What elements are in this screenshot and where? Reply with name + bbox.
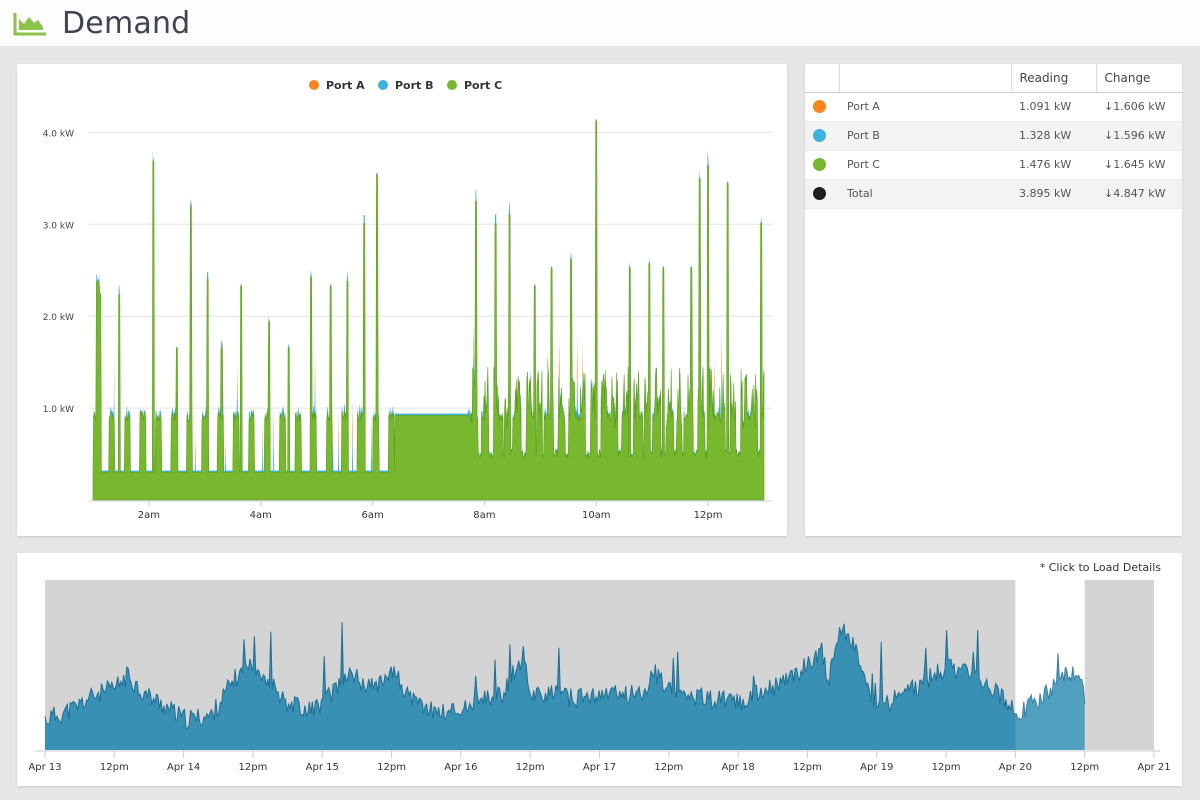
navigator-x-tick-label: 12pm (100, 762, 129, 773)
readings-header-row: Reading Change (805, 64, 1182, 93)
navigator-x-tick-label: Apr 20 (999, 762, 1032, 773)
demand-chart[interactable]: Port A Port B Port C 1.0 kW 2.0 kW 3.0 kW 4.0 … (17, 64, 787, 536)
navigator-x-tick-label: Apr 13 (28, 762, 61, 773)
y-tick-label: 4.0 kW (43, 129, 74, 139)
readings-table: Reading Change Port A 1.091 kW ↓1.606 kW… (805, 64, 1182, 209)
row-change: ↓4.847 kW (1096, 179, 1182, 209)
row-reading: 1.091 kW (1011, 92, 1096, 122)
page-header: Demand (0, 0, 1200, 46)
row-change: ↓1.606 kW (1096, 92, 1182, 122)
row-change: ↓1.596 kW (1096, 121, 1182, 151)
legend-marker (309, 80, 319, 90)
row-name: Total (839, 179, 1011, 209)
navigator-x-tick-label: Apr 15 (306, 762, 339, 773)
page-title: Demand (62, 5, 191, 41)
legend-item-port-c[interactable]: Port C (447, 79, 502, 92)
x-tick-label: 2am (138, 510, 160, 521)
x-tick-label: 6am (361, 510, 383, 521)
x-tick-label: 8am (473, 510, 495, 521)
navigator-x-tick-label: 12pm (793, 762, 822, 773)
header-change: Change (1096, 64, 1182, 93)
legend-label: Port B (395, 79, 434, 92)
header-color (805, 64, 840, 93)
readings-row-total[interactable]: Total 3.895 kW ↓4.847 kW (805, 179, 1182, 209)
navigator-chart[interactable]: Apr 13 12pm Apr 14 12pm Apr 15 12pm Apr 16 12pm… (17, 553, 1182, 786)
y-tick-label: 1.0 kW (43, 405, 74, 415)
area-chart-icon (13, 13, 46, 36)
series-port-c-area[interactable] (92, 120, 765, 501)
port-b-color-dot (813, 129, 826, 143)
legend-label: Port A (326, 79, 365, 92)
row-name: Port B (839, 121, 1011, 151)
row-reading: 1.328 kW (1011, 121, 1096, 151)
row-name: Port C (839, 150, 1011, 180)
navigator-x-tick-label: 12pm (932, 762, 961, 773)
legend-item-port-a[interactable]: Port A (309, 79, 365, 92)
navigator-x-tick-label: 12pm (1070, 762, 1099, 773)
navigator-x-tick-label: Apr 17 (583, 762, 616, 773)
navigator-x-tick-label: Apr 16 (444, 762, 477, 773)
readings-row-port-b[interactable]: Port B 1.328 kW ↓1.596 kW (805, 121, 1182, 151)
navigator-mask-right (1084, 580, 1154, 750)
click-to-load-details-link[interactable]: * Click to Load Details (1040, 561, 1161, 574)
navigator-x-tick-label: 12pm (239, 762, 268, 773)
y-tick-label: 2.0 kW (43, 313, 74, 323)
navigator-x-tick-label: Apr 18 (722, 762, 755, 773)
legend-label: Port C (464, 79, 502, 92)
header-reading: Reading (1011, 64, 1097, 93)
row-change: ↓1.645 kW (1096, 150, 1182, 180)
readings-row-port-a[interactable]: Port A 1.091 kW ↓1.606 kW (805, 92, 1182, 122)
readings-row-port-c[interactable]: Port C 1.476 kW ↓1.645 kW (805, 150, 1182, 180)
navigator-x-tick-label: Apr 21 (1137, 762, 1170, 773)
legend-item-port-b[interactable]: Port B (378, 79, 434, 92)
x-tick-label: 4am (250, 510, 272, 521)
row-reading: 3.895 kW (1011, 179, 1096, 209)
port-c-color-dot (813, 158, 826, 172)
total-color-dot (813, 187, 826, 201)
navigator-x-tick-label: 12pm (377, 762, 406, 773)
navigator-x-tick-label: 12pm (516, 762, 545, 773)
navigator-x-tick-label: 12pm (654, 762, 683, 773)
navigator-x-tick-label: Apr 19 (860, 762, 893, 773)
port-a-color-dot (813, 100, 826, 114)
readings-panel: Reading Change Port A 1.091 kW ↓1.606 kW… (805, 64, 1182, 536)
navigator-panel: * Click to Load Details Apr 13 12pm Apr 14… (17, 553, 1182, 786)
x-tick-label: 12pm (694, 510, 723, 521)
y-tick-label: 3.0 kW (43, 221, 74, 231)
legend-marker (447, 80, 457, 90)
x-tick-label: 10am (582, 510, 611, 521)
navigator-selection-window[interactable] (1015, 580, 1085, 750)
demand-chart-panel: Port A Port B Port C 1.0 kW 2.0 kW 3.0 kW 4.0 … (17, 64, 787, 536)
navigator-x-tick-label: Apr 14 (167, 762, 200, 773)
row-reading: 1.476 kW (1011, 150, 1096, 180)
legend-marker (378, 80, 388, 90)
row-name: Port A (839, 92, 1011, 122)
header-name (839, 64, 1012, 93)
